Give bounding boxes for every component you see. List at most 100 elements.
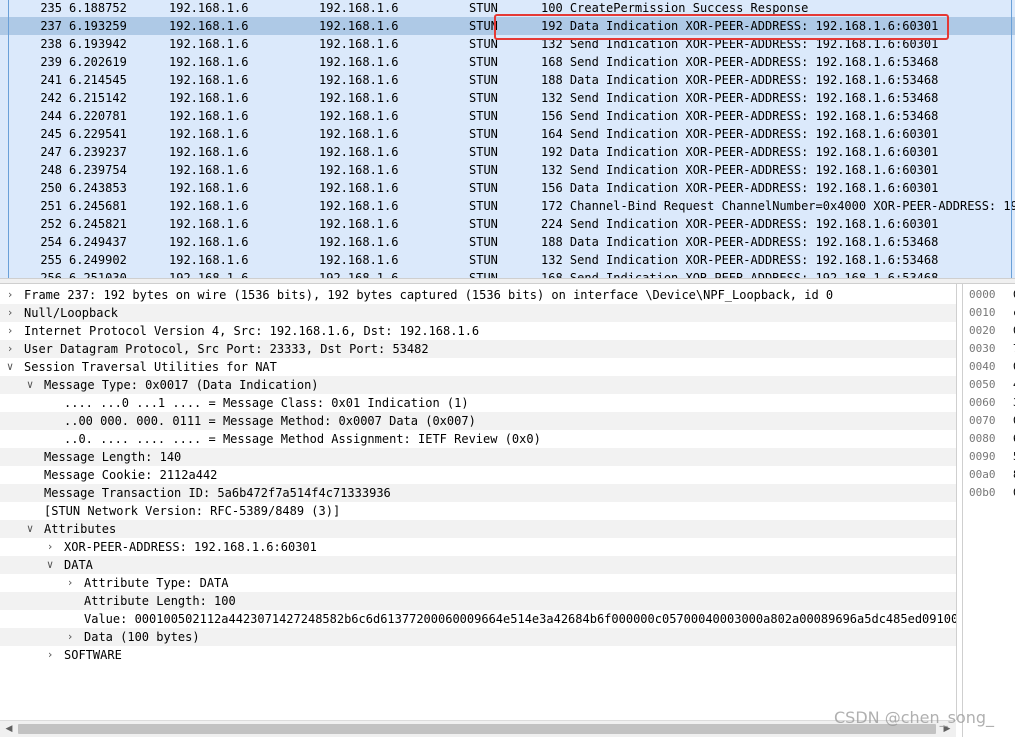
packet-time: 6.245681 [69, 199, 127, 213]
detail-tree-row[interactable]: Message Cookie: 2112a442 [0, 466, 956, 484]
packet-source: 192.168.1.6 [169, 37, 249, 51]
hex-offset: 00b0 [969, 486, 996, 499]
detail-tree-row[interactable]: › Internet Protocol Version 4, Src: 192.1… [0, 322, 956, 340]
packet-bytes-pane[interactable]: 00000 0010c 00200 00307 00400 00504 00603 00700… [962, 284, 1015, 737]
packet-info: 168 Send Indication XOR-PEER-ADDRESS: 19… [541, 271, 939, 278]
detail-tree-row[interactable]: › Data (100 bytes) [0, 628, 956, 646]
packet-source: 192.168.1.6 [169, 109, 249, 123]
horizontal-scrollbar[interactable]: ◀ ▶ [0, 720, 956, 737]
detail-tree-row[interactable]: [STUN Network Version: RFC-5389/8489 (3)… [0, 502, 956, 520]
packet-time: 6.193942 [69, 37, 127, 51]
packet-row[interactable]: 250 6.243853 192.168.1.6 192.168.1.6 STUN 156… [0, 179, 1015, 197]
chevron-right-icon[interactable]: › [4, 322, 16, 340]
packet-time: 6.188752 [69, 1, 127, 15]
hex-row[interactable]: 00700 [969, 413, 1015, 429]
hex-offset: 0080 [969, 432, 996, 445]
packet-row[interactable]: 255 6.249902 192.168.1.6 192.168.1.6 STUN 132… [0, 251, 1015, 269]
detail-tree-row[interactable]: Value: 000100502112a4423071427248582b6c6… [0, 610, 956, 628]
packet-row[interactable]: 254 6.249437 192.168.1.6 192.168.1.6 STUN 188… [0, 233, 1015, 251]
packet-row[interactable]: 252 6.245821 192.168.1.6 192.168.1.6 STUN 224… [0, 215, 1015, 233]
hex-row[interactable]: 00905 [969, 449, 1015, 465]
detail-tree-row[interactable]: ∨ Attributes [0, 520, 956, 538]
packet-destination: 192.168.1.6 [319, 73, 399, 87]
packet-protocol: STUN [469, 55, 498, 69]
packet-row[interactable]: 242 6.215142 192.168.1.6 192.168.1.6 STUN 132… [0, 89, 1015, 107]
packet-info: 192 Data Indication XOR-PEER-ADDRESS: 19… [541, 145, 939, 159]
detail-tree-row[interactable]: › XOR-PEER-ADDRESS: 192.168.1.6:60301 [0, 538, 956, 556]
hex-offset: 00a0 [969, 468, 996, 481]
hex-row[interactable]: 0010c [969, 305, 1015, 321]
hex-offset: 0030 [969, 342, 996, 355]
packet-destination: 192.168.1.6 [319, 163, 399, 177]
packet-row[interactable]: 247 6.239237 192.168.1.6 192.168.1.6 STUN 192… [0, 143, 1015, 161]
detail-tree-row[interactable]: › Attribute Type: DATA [0, 574, 956, 592]
packet-protocol: STUN [469, 127, 498, 141]
packet-info: 156 Data Indication XOR-PEER-ADDRESS: 19… [541, 181, 939, 195]
hex-row[interactable]: 00603 [969, 395, 1015, 411]
packet-number: 247 [40, 145, 62, 159]
chevron-right-icon[interactable]: › [4, 340, 16, 358]
detail-tree-row[interactable]: › Null/Loopback [0, 304, 956, 322]
detail-text: Attribute Length: 100 [84, 594, 236, 608]
scrollbar-thumb[interactable] [18, 724, 936, 734]
packet-protocol: STUN [469, 271, 498, 278]
packet-number: 242 [40, 91, 62, 105]
packet-row[interactable]: 245 6.229541 192.168.1.6 192.168.1.6 STUN 164… [0, 125, 1015, 143]
scroll-left-icon[interactable]: ◀ [2, 722, 16, 736]
hex-row[interactable]: 00a08 [969, 467, 1015, 483]
chevron-down-icon[interactable]: ∨ [24, 376, 36, 394]
packet-row[interactable]: 251 6.245681 192.168.1.6 192.168.1.6 STUN 172… [0, 197, 1015, 215]
packet-time: 6.239237 [69, 145, 127, 159]
watermark: CSDN @chen_song_ [834, 708, 995, 727]
chevron-right-icon[interactable]: › [4, 286, 16, 304]
chevron-down-icon[interactable]: ∨ [4, 358, 16, 376]
packet-row[interactable]: 248 6.239754 192.168.1.6 192.168.1.6 STUN 132… [0, 161, 1015, 179]
hex-row[interactable]: 00000 [969, 287, 1015, 303]
packet-info: 172 Channel-Bind Request ChannelNumber=0… [541, 199, 1015, 213]
hex-row[interactable]: 00504 [969, 377, 1015, 393]
packet-time: 6.249437 [69, 235, 127, 249]
detail-tree-row[interactable]: › Frame 237: 192 bytes on wire (1536 bits… [0, 286, 956, 304]
detail-tree-row[interactable]: Attribute Length: 100 [0, 592, 956, 610]
chevron-down-icon[interactable]: ∨ [24, 520, 36, 538]
detail-tree-row[interactable]: › User Datagram Protocol, Src Port: 23333… [0, 340, 956, 358]
packet-protocol: STUN [469, 109, 498, 123]
packet-info: 188 Data Indication XOR-PEER-ADDRESS: 19… [541, 235, 939, 249]
chevron-right-icon[interactable]: › [44, 646, 56, 664]
packet-destination: 192.168.1.6 [319, 127, 399, 141]
packet-list[interactable]: 256 6.251030 192.168.1.6 192.168.1.6 STUN 168… [0, 0, 1015, 278]
packet-destination: 192.168.1.6 [319, 37, 399, 51]
detail-tree-row[interactable]: Message Length: 140 [0, 448, 956, 466]
chevron-right-icon[interactable]: › [64, 628, 76, 646]
detail-tree-row[interactable]: ∨ Session Traversal Utilities for NAT [0, 358, 956, 376]
detail-tree-row[interactable]: ∨ Message Type: 0x0017 (Data Indication) [0, 376, 956, 394]
packet-row[interactable]: 256 6.251030 192.168.1.6 192.168.1.6 STUN 168… [0, 269, 1015, 278]
packet-source: 192.168.1.6 [169, 199, 249, 213]
chevron-down-icon[interactable]: ∨ [44, 556, 56, 574]
packet-row[interactable]: 239 6.202619 192.168.1.6 192.168.1.6 STUN 168… [0, 53, 1015, 71]
hex-row[interactable]: 00307 [969, 341, 1015, 357]
hex-row[interactable]: 00200 [969, 323, 1015, 339]
detail-tree-row[interactable]: .... ...0 ...1 .... = Message Class: 0x0… [0, 394, 956, 412]
packet-row[interactable]: 241 6.214545 192.168.1.6 192.168.1.6 STUN 188… [0, 71, 1015, 89]
detail-tree-row[interactable]: ..0. .... .... .... = Message Method Ass… [0, 430, 956, 448]
packet-row[interactable]: 244 6.220781 192.168.1.6 192.168.1.6 STUN 156… [0, 107, 1015, 125]
hex-row[interactable]: 00806 [969, 431, 1015, 447]
packet-destination: 192.168.1.6 [319, 1, 399, 15]
hex-row[interactable]: 00400 [969, 359, 1015, 375]
packet-details-pane[interactable]: › Frame 237: 192 bytes on wire (1536 bits… [0, 284, 957, 720]
chevron-right-icon[interactable]: › [4, 304, 16, 322]
detail-text: Message Length: 140 [44, 450, 182, 464]
packet-source: 192.168.1.6 [169, 73, 249, 87]
detail-tree-row[interactable]: ∨ DATA [0, 556, 956, 574]
packet-source: 192.168.1.6 [169, 181, 249, 195]
detail-tree-row[interactable]: › SOFTWARE [0, 646, 956, 664]
packet-info: 224 Send Indication XOR-PEER-ADDRESS: 19… [541, 217, 939, 231]
chevron-right-icon[interactable]: › [64, 574, 76, 592]
hex-row[interactable]: 00b00 [969, 485, 1015, 501]
detail-tree-row[interactable]: ..00 000. 000. 0111 = Message Method: 0x… [0, 412, 956, 430]
detail-tree-row[interactable]: Message Transaction ID: 5a6b472f7a514f4c… [0, 484, 956, 502]
hex-offset: 0090 [969, 450, 996, 463]
detail-text: User Datagram Protocol, Src Port: 23333,… [24, 342, 429, 356]
chevron-right-icon[interactable]: › [44, 538, 56, 556]
